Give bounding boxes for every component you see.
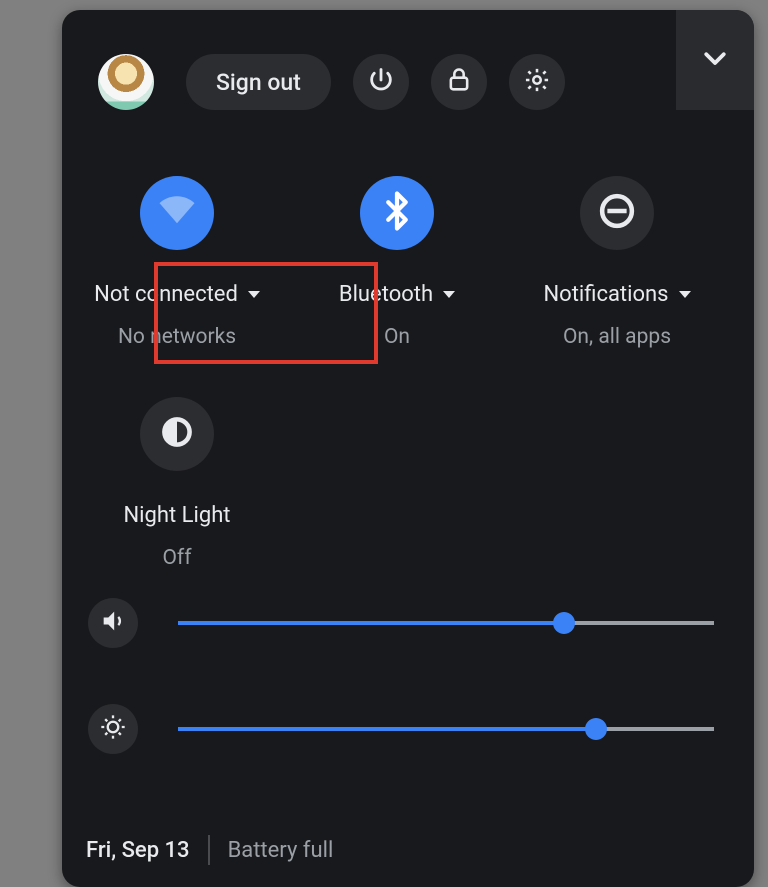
night-light-tile: Night Light Off: [72, 397, 282, 572]
dropdown-arrow-icon: [443, 291, 455, 298]
volume-button[interactable]: [88, 598, 138, 648]
bluetooth-title: Bluetooth: [339, 282, 433, 307]
tiles-grid: Not connected No networks Bluetooth On: [62, 132, 754, 572]
brightness-icon: [99, 713, 127, 745]
notifications-tile: Notifications On, all apps: [512, 176, 722, 351]
footer-separator: [208, 835, 210, 865]
notifications-title: Notifications: [543, 282, 668, 307]
brightness-button[interactable]: [88, 704, 138, 754]
gear-icon: [523, 66, 551, 98]
footer-row: Fri, Sep 13 Battery full: [86, 835, 333, 865]
bluetooth-subtitle: On: [378, 323, 416, 351]
chevron-down-icon: [700, 43, 730, 77]
settings-button[interactable]: [509, 54, 565, 110]
volume-row: [88, 598, 714, 648]
header-row: Sign out: [62, 10, 754, 132]
night-light-icon: [156, 411, 198, 457]
sliders-section: [62, 572, 754, 754]
sign-out-button[interactable]: Sign out: [186, 54, 331, 110]
night-light-label[interactable]: Night Light: [113, 499, 240, 532]
dropdown-arrow-icon: [679, 291, 691, 298]
footer-battery: Battery full: [228, 838, 334, 863]
slider-fill: [178, 727, 596, 731]
lock-icon: [445, 66, 473, 98]
night-light-title: Night Light: [123, 503, 230, 528]
lock-button[interactable]: [431, 54, 487, 110]
slider-fill: [178, 621, 564, 625]
wifi-icon: [156, 190, 198, 236]
notifications-dropdown[interactable]: Notifications: [533, 278, 700, 311]
avatar[interactable]: [98, 54, 154, 110]
notifications-toggle[interactable]: [580, 176, 654, 250]
volume-slider[interactable]: [178, 613, 714, 633]
power-icon: [367, 66, 395, 98]
wifi-tile: Not connected No networks: [72, 176, 282, 351]
wifi-subtitle: No networks: [112, 323, 242, 351]
notifications-subtitle: On, all apps: [557, 323, 677, 351]
quick-settings-panel: Sign out: [62, 10, 754, 887]
slider-thumb[interactable]: [553, 612, 575, 634]
brightness-slider[interactable]: [178, 719, 714, 739]
wifi-title: Not connected: [94, 282, 238, 307]
power-button[interactable]: [353, 54, 409, 110]
bluetooth-dropdown[interactable]: Bluetooth: [329, 278, 465, 311]
wifi-dropdown[interactable]: Not connected: [84, 278, 270, 311]
bluetooth-tile: Bluetooth On: [292, 176, 502, 351]
night-light-subtitle: Off: [156, 544, 197, 572]
bluetooth-icon: [376, 190, 418, 236]
bluetooth-toggle[interactable]: [360, 176, 434, 250]
footer-date: Fri, Sep 13: [86, 838, 190, 863]
brightness-row: [88, 704, 714, 754]
volume-icon: [99, 607, 127, 639]
do-not-disturb-icon: [596, 190, 638, 236]
sign-out-label: Sign out: [216, 69, 301, 96]
dropdown-arrow-icon: [248, 291, 260, 298]
night-light-toggle[interactable]: [140, 397, 214, 471]
slider-thumb[interactable]: [585, 718, 607, 740]
collapse-button[interactable]: [676, 10, 754, 110]
wifi-toggle[interactable]: [140, 176, 214, 250]
